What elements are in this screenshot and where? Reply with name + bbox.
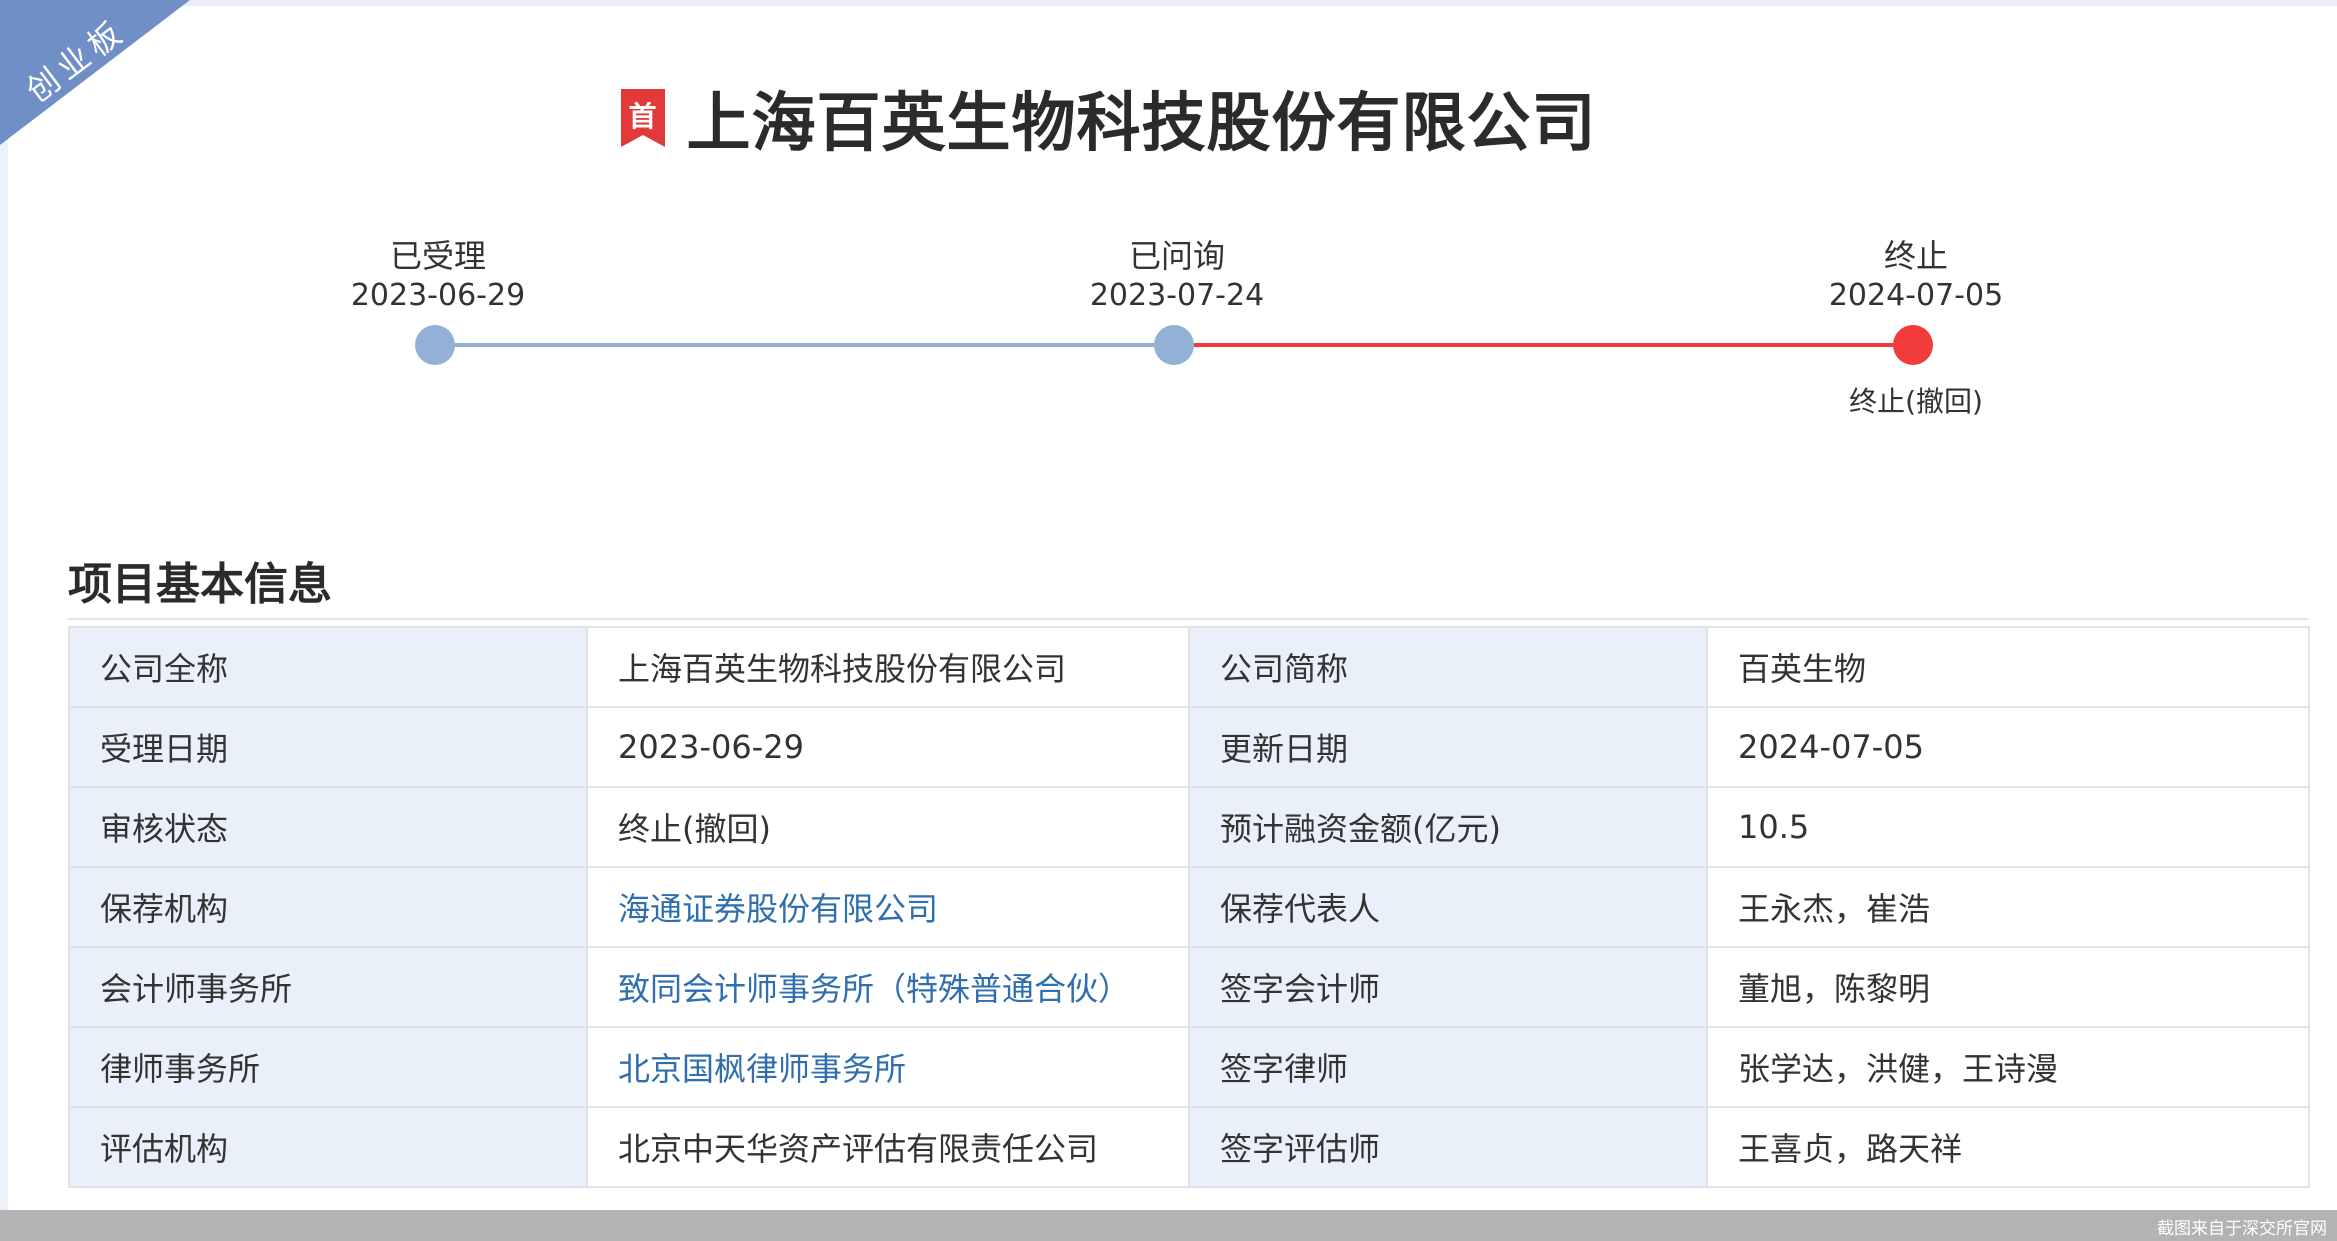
field-label: 保荐机构 [68,866,588,948]
field-label: 签字律师 [1188,1026,1708,1108]
table-row: 审核状态 终止(撤回) 预计融资金额(亿元) 10.5 [68,786,2310,868]
field-label: 公司全称 [68,626,588,708]
table-row: 公司全称 上海百英生物科技股份有限公司 公司简称 百英生物 [68,626,2310,708]
table-row: 会计师事务所 致同会计师事务所（特殊普通合伙） 签字会计师 董旭，陈黎明 [68,946,2310,1028]
field-label: 更新日期 [1188,706,1708,788]
stage-label: 已受理 [389,237,486,275]
field-value: 张学达，洪健，王诗漫 [1706,1026,2310,1108]
stage-inquired-dot [1154,325,1194,365]
stage-date: 2023-06-29 [350,278,526,313]
field-label: 保荐代表人 [1188,866,1708,948]
field-label: 律师事务所 [68,1026,588,1108]
stage-date: 2023-07-24 [1089,278,1265,313]
section-title: 项目基本信息 [68,559,332,610]
progress-timeline: 已受理 2023-06-29 已问询 2023-07-24 终止 2024-07… [0,0,2337,430]
stage-terminated: 终止 2024-07-05 [1766,236,2066,316]
field-value: 2024-07-05 [1706,706,2310,788]
field-label: 公司简称 [1188,626,1708,708]
stage-terminated-dot [1893,325,1933,365]
field-label: 预计融资金额(亿元) [1188,786,1708,868]
field-value: 百英生物 [1706,626,2310,708]
stage-label: 终止 [1883,237,1948,275]
stage-inquired: 已问询 2023-07-24 [1027,236,1327,316]
law-firm-link[interactable]: 北京国枫律师事务所 [586,1026,1190,1108]
project-info-table: 公司全称 上海百英生物科技股份有限公司 公司简称 百英生物 受理日期 2023-… [68,626,2310,1188]
table-row: 评估机构 北京中天华资产评估有限责任公司 签字评估师 王喜贞，路天祥 [68,1106,2310,1188]
stage-label: 已问询 [1128,237,1225,275]
sponsor-link[interactable]: 海通证券股份有限公司 [586,866,1190,948]
accounting-firm-link[interactable]: 致同会计师事务所（特殊普通合伙） [586,946,1190,1028]
table-row: 受理日期 2023-06-29 更新日期 2024-07-05 [68,706,2310,788]
timeline-track-completed [436,343,1174,347]
field-value: 北京中天华资产评估有限责任公司 [586,1106,1190,1188]
stage-accepted-dot [415,325,455,365]
field-value: 王喜贞，路天祥 [1706,1106,2310,1188]
section-divider [68,618,2308,620]
field-value: 2023-06-29 [586,706,1190,788]
field-label: 签字会计师 [1188,946,1708,1028]
footer-bar: 截图来自于深交所官网 [0,1210,2337,1241]
stage-date: 2024-07-05 [1828,278,2004,313]
timeline-track-terminated [1174,343,1914,347]
stage-terminated-note: 终止(撤回) [1849,385,1983,418]
field-label: 签字评估师 [1188,1106,1708,1188]
field-label: 评估机构 [68,1106,588,1188]
field-value: 10.5 [1706,786,2310,868]
field-label: 会计师事务所 [68,946,588,1028]
field-label: 受理日期 [68,706,588,788]
field-value: 终止(撤回) [586,786,1190,868]
field-value: 王永杰，崔浩 [1706,866,2310,948]
table-row: 保荐机构 海通证券股份有限公司 保荐代表人 王永杰，崔浩 [68,866,2310,948]
stage-accepted: 已受理 2023-06-29 [288,236,588,316]
field-value: 董旭，陈黎明 [1706,946,2310,1028]
source-note: 截图来自于深交所官网 [2157,1219,2327,1239]
table-row: 律师事务所 北京国枫律师事务所 签字律师 张学达，洪健，王诗漫 [68,1026,2310,1108]
field-label: 审核状态 [68,786,588,868]
field-value: 上海百英生物科技股份有限公司 [586,626,1190,708]
